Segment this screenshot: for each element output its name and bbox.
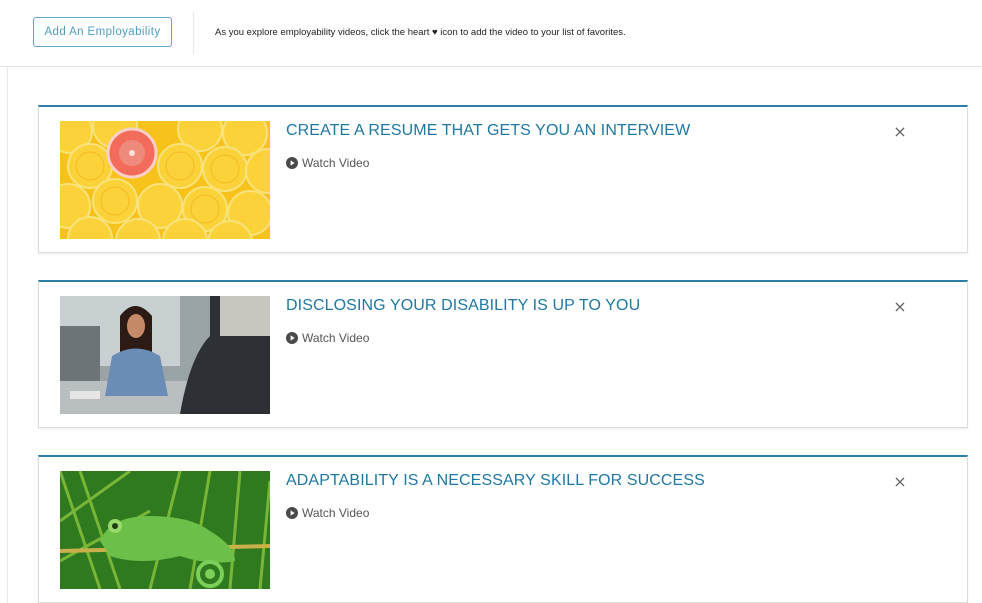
play-circle-icon: [286, 332, 298, 344]
remove-video-close-icon[interactable]: ×: [892, 299, 908, 315]
watch-video-link[interactable]: Watch Video: [286, 155, 369, 171]
remove-video-close-icon[interactable]: ×: [892, 474, 908, 490]
play-circle-icon: [286, 507, 298, 519]
play-circle-icon: [286, 157, 298, 169]
watch-video-label: Watch Video: [302, 506, 370, 520]
watch-video-link[interactable]: Watch Video: [286, 330, 369, 346]
favorites-helper-text: As you explore employability videos, cli…: [215, 27, 626, 38]
video-thumbnail-citrus[interactable]: [60, 121, 270, 239]
top-toolbar: Add An Employability As you explore empl…: [0, 0, 982, 67]
watch-video-label: Watch Video: [302, 156, 370, 170]
video-card: CREATE A RESUME THAT GETS YOU AN INTERVI…: [38, 105, 968, 253]
job-interview-image: [60, 296, 270, 414]
citrus-slices-image: [60, 121, 270, 239]
watch-video-link[interactable]: Watch Video: [286, 505, 369, 521]
video-thumbnail-chameleon[interactable]: [60, 471, 270, 589]
video-thumbnail-interview[interactable]: [60, 296, 270, 414]
add-employability-button[interactable]: Add An Employability: [33, 17, 172, 47]
video-title[interactable]: CREATE A RESUME THAT GETS YOU AN INTERVI…: [286, 122, 690, 140]
chameleon-image: [60, 471, 270, 589]
watch-video-label: Watch Video: [302, 331, 370, 345]
left-rule: [7, 67, 8, 603]
video-title[interactable]: DISCLOSING YOUR DISABILITY IS UP TO YOU: [286, 297, 640, 315]
video-title[interactable]: ADAPTABILITY IS A NECESSARY SKILL FOR SU…: [286, 472, 705, 490]
remove-video-close-icon[interactable]: ×: [892, 124, 908, 140]
video-card: ADAPTABILITY IS A NECESSARY SKILL FOR SU…: [38, 455, 968, 603]
toolbar-divider: [193, 12, 194, 54]
video-card: DISCLOSING YOUR DISABILITY IS UP TO YOU …: [38, 280, 968, 428]
